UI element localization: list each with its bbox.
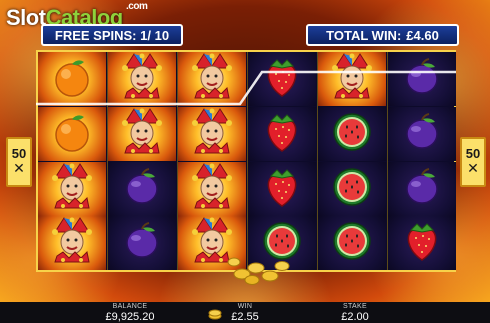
multiplier-right-value: 50 — [465, 146, 481, 161]
symbol-strawberry — [388, 216, 456, 270]
strawberry-icon — [261, 54, 303, 104]
symbol-strawberry — [248, 107, 316, 161]
symbol-jester — [178, 216, 246, 270]
multiplier-right-symbol: ✕ — [467, 161, 479, 177]
plum-icon — [401, 111, 443, 157]
jester-icon — [189, 216, 235, 270]
symbol-watermelon — [318, 107, 386, 161]
total-win-display: TOTAL WIN: £4.60 — [306, 24, 459, 46]
symbol-orange — [38, 52, 106, 106]
free-spins-label: FREE SPINS: — [54, 27, 137, 43]
watermelon-icon — [330, 110, 374, 158]
symbol-plum — [388, 52, 456, 106]
balance-value: £9,925.20 — [105, 311, 155, 323]
watermelon-icon — [330, 165, 374, 213]
win-value: £2.55 — [231, 311, 259, 323]
balance-label: BALANCE — [112, 303, 148, 310]
stake-label: STAKE — [343, 303, 367, 310]
symbol-jester — [178, 107, 246, 161]
reel-divider — [317, 52, 318, 270]
symbol-watermelon — [248, 216, 316, 270]
watermelon-icon — [330, 219, 374, 267]
symbol-jester — [178, 162, 246, 216]
symbol-strawberry — [248, 52, 316, 106]
stake-field: STAKE £2.00 — [335, 303, 375, 323]
watermelon-icon — [260, 219, 304, 267]
reel-4 — [248, 52, 316, 270]
reel-divider — [107, 52, 108, 270]
multiplier-left-value: 50 — [11, 146, 27, 161]
jester-icon — [189, 162, 235, 216]
jester-icon — [49, 216, 95, 270]
symbol-plum — [108, 162, 176, 216]
jester-icon — [119, 52, 165, 106]
symbol-plum — [388, 107, 456, 161]
jester-icon — [329, 52, 375, 106]
jester-icon — [119, 107, 165, 161]
balance-field: BALANCE £9,925.20 — [100, 303, 160, 323]
symbol-strawberry — [248, 162, 316, 216]
reel-6 — [388, 52, 456, 270]
logo-part-slot: Slot — [6, 5, 46, 30]
free-spins-counter: FREE SPINS: 1/ 10 — [41, 24, 183, 46]
logo-suffix: .com — [126, 1, 148, 12]
reel-grid — [36, 50, 456, 272]
multiplier-badge-left: 50 ✕ — [6, 137, 32, 187]
plum-icon — [121, 220, 163, 266]
symbol-watermelon — [318, 162, 386, 216]
strawberry-icon — [401, 218, 443, 268]
win-field: WIN £2.55 — [225, 303, 265, 323]
free-spins-separator: / — [147, 27, 151, 43]
plum-icon — [401, 166, 443, 212]
reel-2 — [108, 52, 176, 270]
reel-divider — [387, 52, 388, 270]
strawberry-icon — [261, 109, 303, 159]
free-spins-current: 1 — [140, 27, 148, 43]
plum-icon — [401, 56, 443, 102]
symbol-orange — [38, 107, 106, 161]
reel-divider — [177, 52, 178, 270]
symbol-watermelon — [318, 216, 386, 270]
coin-stack-icon — [208, 309, 222, 320]
total-win-label: TOTAL WIN: — [326, 27, 402, 43]
symbol-jester — [38, 216, 106, 270]
symbol-plum — [108, 216, 176, 270]
stake-value: £2.00 — [341, 311, 369, 323]
symbol-jester — [318, 52, 386, 106]
symbol-jester — [38, 162, 106, 216]
orange-icon — [50, 55, 94, 103]
reel-3 — [178, 52, 246, 270]
orange-icon — [50, 110, 94, 158]
total-win-value: £4.60 — [406, 27, 439, 43]
multiplier-left-symbol: ✕ — [13, 161, 25, 177]
symbol-jester — [108, 107, 176, 161]
jester-icon — [189, 52, 235, 106]
free-spins-total: 10 — [154, 27, 170, 43]
symbol-plum — [388, 162, 456, 216]
reel-1 — [38, 52, 106, 270]
win-label: WIN — [237, 303, 253, 310]
symbol-jester — [178, 52, 246, 106]
symbol-jester — [108, 52, 176, 106]
reel-5 — [318, 52, 386, 270]
plum-icon — [121, 166, 163, 212]
reel-divider — [247, 52, 248, 270]
jester-icon — [49, 162, 95, 216]
bottom-status-bar: BALANCE £9,925.20 WIN £2.55 STAKE £2.00 — [0, 302, 490, 323]
multiplier-badge-right: 50 ✕ — [460, 137, 486, 187]
strawberry-icon — [261, 164, 303, 214]
jester-icon — [189, 107, 235, 161]
